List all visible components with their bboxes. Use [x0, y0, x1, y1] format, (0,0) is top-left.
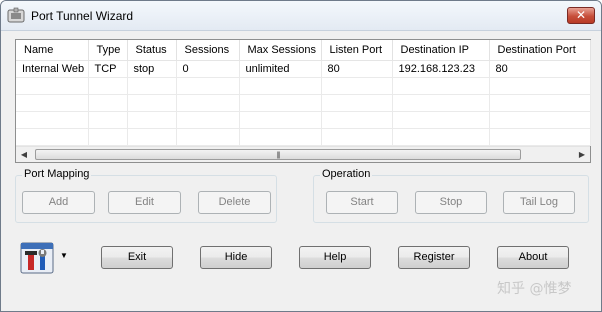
- hide-button[interactable]: Hide: [200, 246, 272, 269]
- scroll-right-arrow-icon[interactable]: ▶: [574, 147, 590, 162]
- scroll-thumb[interactable]: |||: [35, 149, 521, 160]
- horizontal-scrollbar[interactable]: ◀ ||| ▶: [16, 146, 590, 162]
- close-button[interactable]: ✕: [567, 7, 595, 24]
- empty-row: [16, 111, 591, 129]
- empty-row: [16, 94, 591, 112]
- cell-name: Internal Web: [16, 60, 89, 78]
- tail-log-button[interactable]: Tail Log: [503, 191, 575, 214]
- cell-status: stop: [127, 60, 177, 78]
- port-mapping-label: Port Mapping: [22, 168, 92, 180]
- cell-max-sessions: unlimited: [239, 60, 322, 78]
- scroll-grip-icon: |||: [276, 152, 281, 159]
- app-window: Port Tunnel Wizard ✕ Name Type Status Se…: [0, 0, 602, 312]
- tunnel-app-icon: [7, 7, 25, 23]
- cell-type: TCP: [88, 60, 128, 78]
- cell-listen-port: 80: [321, 60, 393, 78]
- window-title: Port Tunnel Wizard: [31, 9, 134, 23]
- register-button[interactable]: Register: [398, 246, 470, 269]
- cell-sessions: 0: [176, 60, 240, 78]
- stop-button[interactable]: Stop: [415, 191, 487, 214]
- operation-label: Operation: [320, 168, 373, 180]
- scroll-left-arrow-icon[interactable]: ◀: [16, 147, 32, 162]
- column-header-destination-ip[interactable]: Destination IP: [392, 40, 490, 61]
- column-header-name[interactable]: Name: [16, 40, 89, 61]
- column-header-destination-port[interactable]: Destination Port: [489, 40, 591, 61]
- start-button[interactable]: Start: [326, 191, 398, 214]
- empty-row: [16, 77, 591, 95]
- watermark-text: 知乎 @惟梦: [497, 281, 572, 297]
- empty-row: [16, 128, 591, 146]
- edit-button[interactable]: Edit: [108, 191, 181, 214]
- add-button[interactable]: Add: [22, 191, 95, 214]
- tunnel-table: Name Type Status Sessions Max Sessions L…: [16, 40, 591, 146]
- delete-button[interactable]: Delete: [198, 191, 271, 214]
- tools-menu-arrow-icon[interactable]: ▼: [60, 251, 68, 260]
- cell-destination-ip: 192.168.123.23: [392, 60, 490, 78]
- table-row[interactable]: Internal Web TCP stop 0 unlimited 80 192…: [16, 60, 591, 78]
- column-header-max-sessions[interactable]: Max Sessions: [239, 40, 322, 61]
- help-button[interactable]: Help: [299, 246, 371, 269]
- table-header-row: Name Type Status Sessions Max Sessions L…: [16, 40, 591, 61]
- column-header-listen-port[interactable]: Listen Port: [321, 40, 393, 61]
- about-button[interactable]: About: [497, 246, 569, 269]
- column-header-type[interactable]: Type: [88, 40, 128, 61]
- column-header-status[interactable]: Status: [127, 40, 177, 61]
- cell-destination-port: 80: [489, 60, 591, 78]
- title-bar[interactable]: Port Tunnel Wizard ✕: [1, 1, 601, 31]
- tunnel-list[interactable]: Name Type Status Sessions Max Sessions L…: [15, 39, 591, 163]
- column-header-sessions[interactable]: Sessions: [176, 40, 240, 61]
- tools-icon[interactable]: [19, 239, 55, 275]
- exit-button[interactable]: Exit: [101, 246, 173, 269]
